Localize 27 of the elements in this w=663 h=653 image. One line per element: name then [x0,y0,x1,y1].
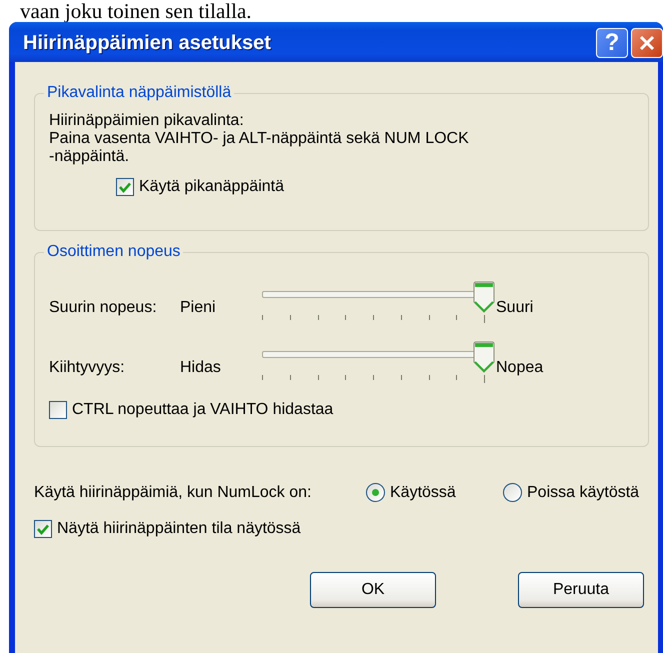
checkbox-label: CTRL nopeuttaa ja VAIHTO hidastaa [72,401,334,419]
description: Hiirinäppäimien pikavalinta: Paina vasenta VAIHTO- ja ALT-näppäintä sekä NUM LOCK -näppäintä. [49,112,470,166]
numlock-label: Käytä hiirinäppäimiä, kun NumLock on: [34,484,312,502]
close-button[interactable] [631,28,663,58]
slider-label: Kiihtyvyys: [49,358,126,377]
checkbox-label: Käytä pikanäppäintä [139,178,284,196]
radio-button[interactable] [503,483,522,502]
slider-label: Suurin nopeus: [49,298,158,317]
radio-label: Poissa käytöstä [527,484,640,502]
checkbox[interactable] [49,401,67,419]
dialog-button[interactable]: OK [310,572,436,608]
radio-button[interactable] [366,483,385,502]
dialog-button[interactable]: Peruuta [518,572,644,608]
slider-max-label: Suuri [496,298,534,317]
slider-min-label: Pieni [180,298,217,317]
help-button[interactable]: ? [596,28,628,58]
slider-max-label: Nopea [496,358,544,377]
radio-label: Käytössä [390,484,456,502]
checkbox-label: Näytä hiirinäppäinten tila näytössä [57,520,301,538]
checkbox[interactable] [116,178,134,196]
window-title: Hiirinäppäimien asetukset [23,32,272,54]
group-title: Pikavalinta näppäimistöllä [46,84,232,102]
page-text: vaan joku toinen sen tilalla. [19,0,253,22]
close-icon [639,35,655,51]
slider-min-label: Hidas [180,358,222,377]
checkbox[interactable] [34,520,52,538]
group-title: Osoittimen nopeus [46,243,182,261]
